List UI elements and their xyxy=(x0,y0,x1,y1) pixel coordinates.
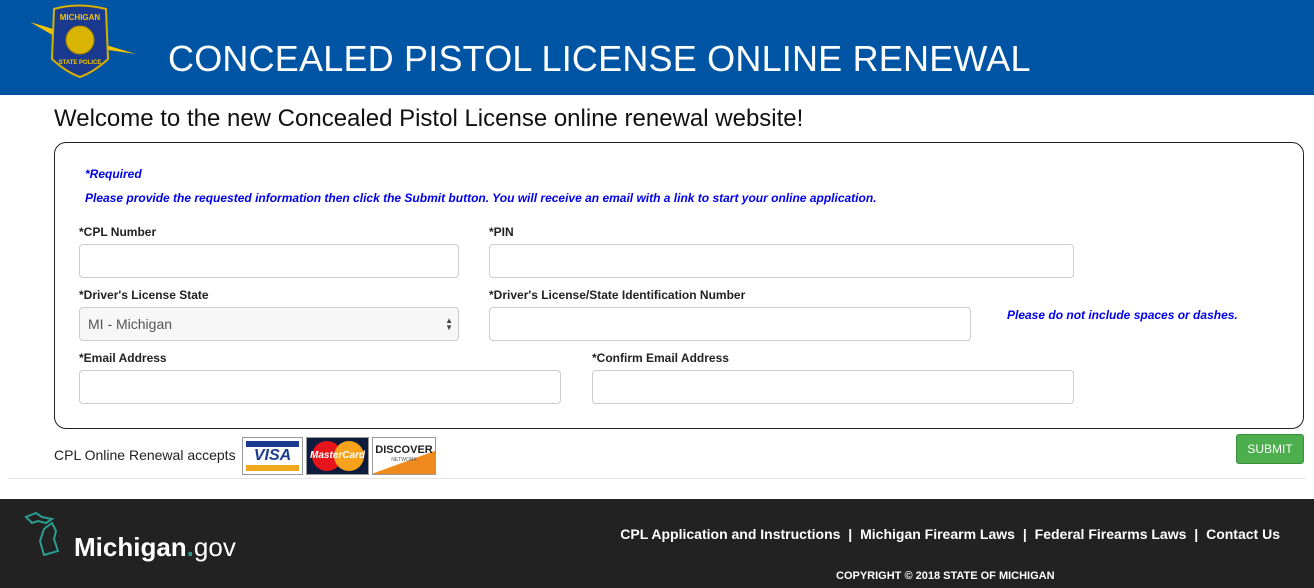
link-separator: | xyxy=(1194,526,1199,542)
welcome-heading: Welcome to the new Concealed Pistol Lice… xyxy=(54,105,804,132)
accepts-text: CPL Online Renewal accepts xyxy=(54,447,236,463)
link-federal-firearms-laws[interactable]: Federal Firearms Laws xyxy=(1035,526,1187,542)
page-title: CONCEALED PISTOL LICENSE ONLINE RENEWAL xyxy=(168,38,1031,79)
required-note: *Required xyxy=(85,167,142,181)
dl-state-value: MI - Michigan xyxy=(88,316,173,332)
dl-number-input[interactable] xyxy=(489,307,971,341)
cpl-number-input[interactable] xyxy=(79,244,459,278)
header: MICHIGAN STATE POLICE CONCEALED PISTOL L… xyxy=(0,0,1314,95)
dl-state-label: *Driver's License State xyxy=(79,288,209,302)
link-separator: | xyxy=(1022,526,1027,542)
mastercard-icon: MasterCard xyxy=(306,437,369,475)
svg-text:MICHIGAN: MICHIGAN xyxy=(60,13,101,22)
svg-text:STATE POLICE: STATE POLICE xyxy=(59,60,102,66)
email-label: *Email Address xyxy=(79,351,167,365)
discover-card-icon: DISCOVER NETWORK xyxy=(372,437,436,475)
michigan-map-icon xyxy=(24,511,60,556)
footer-links: CPL Application and Instructions | Michi… xyxy=(618,526,1282,542)
link-separator: | xyxy=(848,526,853,542)
dl-number-label: *Driver's License/State Identification N… xyxy=(489,288,746,302)
instructions: Please provide the requested information… xyxy=(85,191,877,205)
link-contact-us[interactable]: Contact Us xyxy=(1206,526,1280,542)
dl-state-select[interactable]: MI - Michigan ▲ ▼ xyxy=(79,307,459,341)
visa-card-icon: VISA xyxy=(242,437,303,475)
dl-hint: Please do not include spaces or dashes. xyxy=(1007,308,1238,322)
divider xyxy=(8,478,1306,479)
select-arrows-icon: ▲ ▼ xyxy=(445,316,453,332)
confirm-email-label: *Confirm Email Address xyxy=(592,351,729,365)
copyright: COPYRIGHT © 2018 STATE OF MICHIGAN xyxy=(836,570,1055,582)
submit-button[interactable]: SUBMIT xyxy=(1236,434,1304,464)
pin-input[interactable] xyxy=(489,244,1074,278)
michigan-state-police-badge-logo: MICHIGAN STATE POLICE xyxy=(30,4,136,79)
footer: Michigan.gov CPL Application and Instruc… xyxy=(0,499,1314,588)
michigan-gov-logo[interactable]: Michigan.gov xyxy=(74,532,236,563)
cpl-number-label: *CPL Number xyxy=(79,225,157,239)
link-michigan-firearm-laws[interactable]: Michigan Firearm Laws xyxy=(860,526,1015,542)
pin-label: *PIN xyxy=(489,225,514,239)
confirm-email-input[interactable] xyxy=(592,370,1074,404)
email-input[interactable] xyxy=(79,370,561,404)
renewal-form: *Required Please provide the requested i… xyxy=(54,142,1304,429)
link-cpl-application[interactable]: CPL Application and Instructions xyxy=(620,526,840,542)
